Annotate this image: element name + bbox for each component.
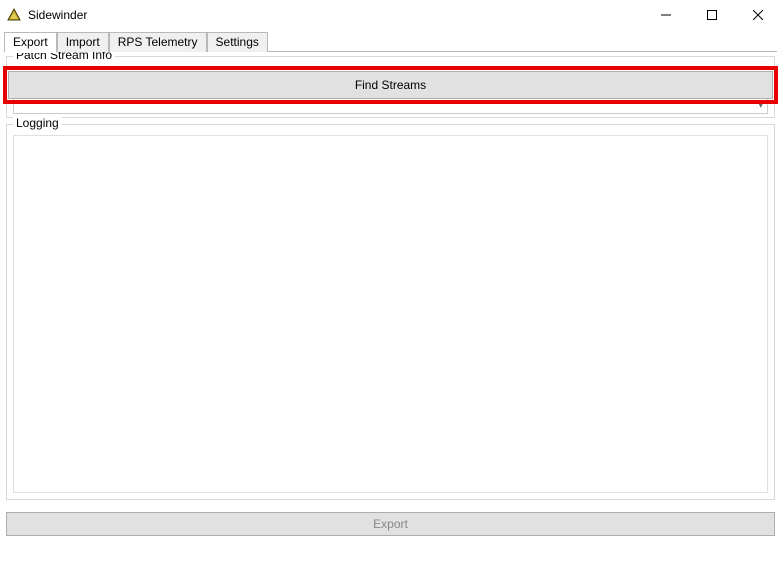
tab-import[interactable]: Import [57, 32, 109, 52]
minimize-button[interactable] [643, 0, 689, 30]
find-streams-button[interactable]: Find Streams [8, 71, 773, 99]
logging-legend: Logging [13, 116, 62, 130]
window-controls [643, 0, 781, 30]
log-textarea[interactable] [13, 135, 768, 493]
window-title: Sidewinder [28, 8, 87, 22]
find-streams-highlight: Find Streams [3, 66, 778, 104]
tab-strip: Export Import RPS Telemetry Settings [4, 30, 777, 52]
app-icon [6, 7, 22, 23]
export-button[interactable]: Export [6, 512, 775, 536]
title-bar: Sidewinder [0, 0, 781, 30]
logging-group: Logging [6, 124, 775, 500]
tab-rps-telemetry[interactable]: RPS Telemetry [109, 32, 207, 52]
tab-settings[interactable]: Settings [207, 32, 268, 52]
tab-export[interactable]: Export [4, 32, 57, 53]
tab-page-export: Patch Stream Info ▾ Logging [0, 52, 781, 512]
close-button[interactable] [735, 0, 781, 30]
maximize-button[interactable] [689, 0, 735, 30]
